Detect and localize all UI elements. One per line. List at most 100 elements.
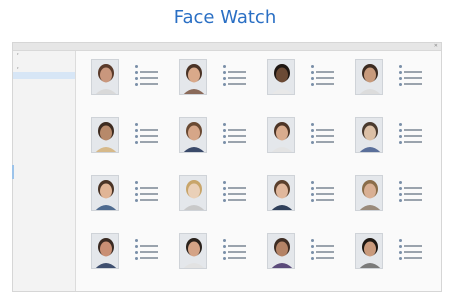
sidebar: ▾ ▾ xyxy=(13,51,76,291)
face-photo[interactable] xyxy=(355,117,383,153)
attribute-text xyxy=(404,199,422,201)
calendar-icon xyxy=(223,140,226,144)
face-card[interactable] xyxy=(343,229,433,281)
face-card[interactable] xyxy=(167,55,257,107)
attribute-text xyxy=(140,135,158,137)
group-icon xyxy=(135,134,138,138)
face-photo[interactable] xyxy=(179,117,207,153)
group-icon xyxy=(399,192,402,196)
person-icon xyxy=(135,244,138,248)
face-card[interactable] xyxy=(255,171,345,223)
face-card[interactable] xyxy=(255,113,345,165)
id-icon xyxy=(399,122,402,126)
face-card[interactable] xyxy=(255,55,345,107)
attribute-text xyxy=(404,135,422,137)
attribute-text xyxy=(140,257,158,259)
face-photo[interactable] xyxy=(91,117,119,153)
face-info xyxy=(399,63,439,87)
face-photo[interactable] xyxy=(355,59,383,95)
face-info xyxy=(399,121,439,145)
attribute-text xyxy=(316,257,334,259)
calendar-icon xyxy=(399,82,402,86)
sidebar-item[interactable] xyxy=(13,72,75,79)
calendar-icon xyxy=(135,198,138,202)
attribute-text xyxy=(140,83,158,85)
attribute-text xyxy=(228,83,246,85)
attribute-text xyxy=(140,77,158,79)
id-icon xyxy=(311,180,314,184)
person-icon xyxy=(223,70,226,74)
face-photo[interactable] xyxy=(91,175,119,211)
attribute-text xyxy=(404,257,422,259)
face-photo[interactable] xyxy=(355,175,383,211)
attribute-text xyxy=(140,129,158,131)
face-card[interactable] xyxy=(167,229,257,281)
person-icon xyxy=(223,244,226,248)
face-card[interactable] xyxy=(255,229,345,281)
face-card[interactable] xyxy=(167,171,257,223)
attribute-text xyxy=(316,199,334,201)
group-icon xyxy=(311,76,314,80)
close-icon[interactable]: ✕ xyxy=(434,43,438,50)
calendar-icon xyxy=(311,256,314,260)
face-photo[interactable] xyxy=(91,59,119,95)
group-icon xyxy=(311,192,314,196)
scroll-handle[interactable] xyxy=(12,165,14,179)
id-icon xyxy=(311,64,314,68)
person-icon xyxy=(135,70,138,74)
face-photo[interactable] xyxy=(179,59,207,95)
face-photo[interactable] xyxy=(91,233,119,269)
id-icon xyxy=(399,180,402,184)
face-photo[interactable] xyxy=(355,233,383,269)
attribute-text xyxy=(228,71,246,73)
face-card[interactable] xyxy=(343,171,433,223)
person-icon xyxy=(399,70,402,74)
group-icon xyxy=(223,192,226,196)
face-card[interactable] xyxy=(79,171,169,223)
face-photo[interactable] xyxy=(267,233,295,269)
face-photo[interactable] xyxy=(179,233,207,269)
face-card[interactable] xyxy=(343,113,433,165)
face-card[interactable] xyxy=(167,113,257,165)
chevron-down-icon: ▾ xyxy=(17,52,19,56)
calendar-icon xyxy=(311,82,314,86)
sidebar-item[interactable]: ▾ xyxy=(13,65,75,72)
face-card[interactable] xyxy=(79,229,169,281)
attribute-text xyxy=(316,77,334,79)
face-card[interactable] xyxy=(343,55,433,107)
sidebar-item[interactable]: ▾ xyxy=(13,51,75,58)
face-card[interactable] xyxy=(79,55,169,107)
face-card[interactable] xyxy=(79,113,169,165)
attribute-text xyxy=(316,129,334,131)
face-photo[interactable] xyxy=(267,175,295,211)
person-icon xyxy=(135,186,138,190)
id-icon xyxy=(223,64,226,68)
person-icon xyxy=(223,186,226,190)
attribute-text xyxy=(140,251,158,253)
calendar-icon xyxy=(311,198,314,202)
calendar-icon xyxy=(135,140,138,144)
face-photo[interactable] xyxy=(179,175,207,211)
sidebar-item[interactable] xyxy=(13,58,75,65)
attribute-text xyxy=(228,141,246,143)
face-attribute-row xyxy=(399,81,439,87)
id-icon xyxy=(223,238,226,242)
calendar-icon xyxy=(223,256,226,260)
chevron-down-icon: ▾ xyxy=(17,66,19,70)
id-icon xyxy=(135,180,138,184)
attribute-text xyxy=(228,135,246,137)
attribute-text xyxy=(316,245,334,247)
person-icon xyxy=(311,244,314,248)
face-photo[interactable] xyxy=(267,117,295,153)
attribute-text xyxy=(404,129,422,131)
attribute-text xyxy=(316,251,334,253)
group-icon xyxy=(223,250,226,254)
id-icon xyxy=(135,122,138,126)
attribute-text xyxy=(404,77,422,79)
attribute-text xyxy=(404,83,422,85)
attribute-text xyxy=(316,141,334,143)
attribute-text xyxy=(140,245,158,247)
face-photo[interactable] xyxy=(267,59,295,95)
attribute-text xyxy=(228,245,246,247)
attribute-text xyxy=(228,129,246,131)
